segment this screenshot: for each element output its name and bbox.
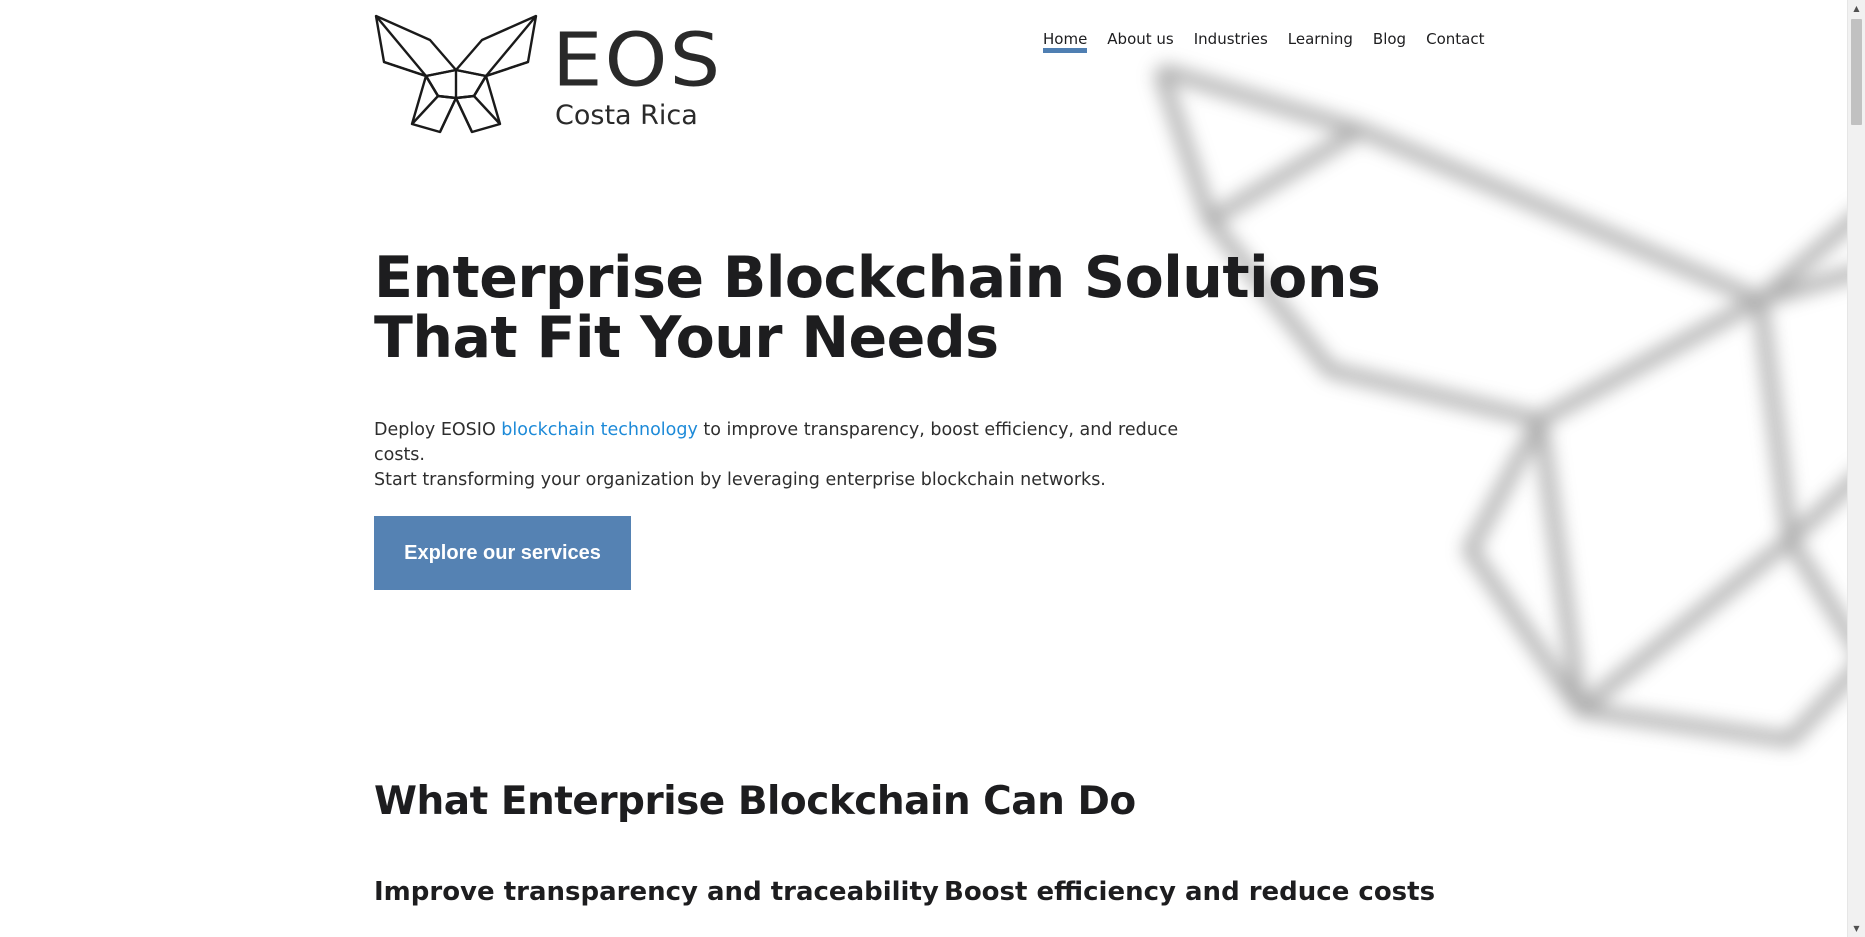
main-navigation: Home About us Industries Learning Blog C… (1043, 30, 1484, 53)
nav-item-about-us[interactable]: About us (1107, 30, 1173, 53)
feature-title-efficiency: Boost efficiency and reduce costs (944, 877, 1436, 907)
butterfly-icon (374, 14, 538, 134)
scroll-up-arrow-icon[interactable]: ▲ (1848, 0, 1865, 17)
hero-title: Enterprise Blockchain Solutions That Fit… (374, 245, 1381, 371)
nav-item-industries[interactable]: Industries (1194, 30, 1268, 53)
hero-title-line-2: That Fit Your Needs (374, 305, 999, 371)
nav-item-home[interactable]: Home (1043, 30, 1088, 53)
brand-subtitle: Costa Rica (555, 100, 698, 131)
nav-item-contact[interactable]: Contact (1426, 30, 1484, 53)
page-scrollbar[interactable]: ▲ ▼ (1847, 0, 1865, 937)
section-title: What Enterprise Blockchain Can Do (374, 779, 1136, 824)
scrollbar-thumb[interactable] (1851, 19, 1862, 125)
explore-services-button[interactable]: Explore our services (374, 516, 631, 590)
hero-text-before-link: Deploy EOSIO (374, 420, 502, 440)
hero-description-line-1: Deploy EOSIO blockchain technology to im… (374, 418, 1214, 468)
hero-description: Deploy EOSIO blockchain technology to im… (374, 418, 1214, 493)
site-logo[interactable]: EOS Costa Rica (374, 14, 720, 134)
scroll-down-arrow-icon[interactable]: ▼ (1848, 920, 1865, 937)
hero-title-line-1: Enterprise Blockchain Solutions (374, 245, 1381, 311)
background-butterfly-graphic (1153, 63, 1865, 747)
hero-description-line-2: Start transforming your organization by … (374, 470, 1106, 490)
brand-name: EOS (552, 17, 723, 104)
feature-title-transparency: Improve transparency and traceability (374, 877, 939, 907)
nav-item-learning[interactable]: Learning (1288, 30, 1353, 53)
nav-item-blog[interactable]: Blog (1373, 30, 1406, 53)
blockchain-technology-link[interactable]: blockchain technology (501, 420, 698, 440)
